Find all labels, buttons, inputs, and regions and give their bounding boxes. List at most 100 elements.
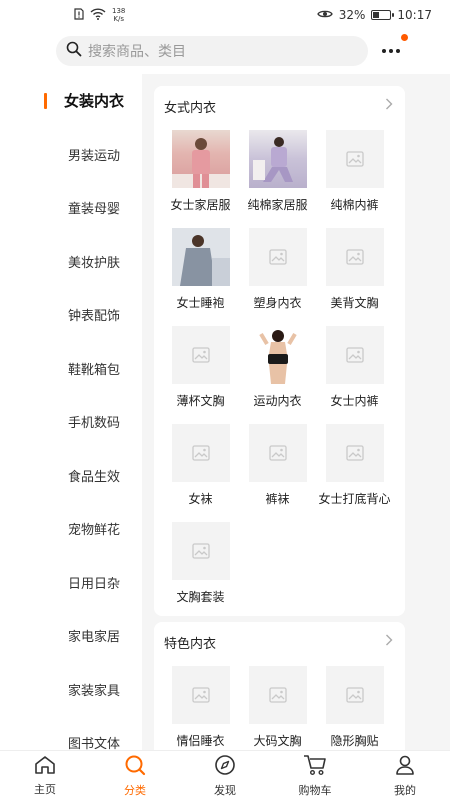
subcategory-grid: 情侣睡衣 大码文胸 隐形胸贴 <box>154 662 405 750</box>
battery-icon <box>371 10 395 20</box>
tab-profile[interactable]: 我的 <box>360 751 450 800</box>
subcategory-grid: 女士家居服 纯棉家居服 纯棉内裤 女士睡袍 塑身内衣 美背文胸 薄杯文胸 运动内… <box>154 126 405 616</box>
battery-percent: 32% <box>338 8 366 22</box>
subcategory-item[interactable]: 裤袜 <box>239 420 316 518</box>
sidebar-item-label: 美妆护肤 <box>68 255 121 271</box>
sidebar-item-label: 图书文体 <box>68 737 121 750</box>
image-placeholder-icon <box>171 522 230 580</box>
sidebar-item-label: 童装母婴 <box>68 202 121 218</box>
subcategory-item[interactable]: 女士睡袍 <box>162 224 239 322</box>
tab-category[interactable]: 分类 <box>90 751 180 800</box>
search-icon <box>66 41 82 61</box>
notification-badge <box>401 34 408 41</box>
subcategory-label: 纯棉内裤 <box>330 198 379 212</box>
search-icon <box>124 754 146 779</box>
sidebar-item-digital[interactable]: 手机数码 <box>0 395 142 449</box>
section-title: 女式内衣 <box>164 100 217 116</box>
sidebar-item-watches[interactable]: 钟表配饰 <box>0 288 142 342</box>
sidebar-item-books[interactable]: 图书文体 <box>0 716 142 750</box>
subcategory-item[interactable]: 女士打底背心 <box>316 420 393 518</box>
section-card: 女式内衣 女士家居服 纯棉家居服 纯棉内裤 女士睡袍 塑身内衣 美背文胸 薄杯文… <box>154 86 405 616</box>
subcategory-label: 薄杯文胸 <box>176 394 225 408</box>
clock: 10:17 <box>397 8 432 22</box>
sidebar-item-furniture[interactable]: 家装家具 <box>0 663 142 717</box>
subcategory-item[interactable]: 女士内裤 <box>316 322 393 420</box>
search-placeholder: 搜索商品、类目 <box>88 44 186 60</box>
image-placeholder-icon <box>248 666 307 724</box>
product-photo <box>171 228 230 286</box>
sidebar-item-label: 鞋靴箱包 <box>68 362 121 378</box>
image-placeholder-icon <box>325 666 384 724</box>
subcategory-item[interactable]: 纯棉内裤 <box>316 126 393 224</box>
more-dot-icon <box>382 49 386 53</box>
sidebar-item-label: 手机数码 <box>68 416 121 432</box>
tab-discover[interactable]: 发现 <box>180 751 270 800</box>
subcategory-item[interactable]: 女士家居服 <box>162 126 239 224</box>
image-placeholder-icon <box>171 666 230 724</box>
section-header[interactable]: 女式内衣 <box>154 86 405 126</box>
image-placeholder-icon <box>325 130 384 188</box>
sidebar-item-food[interactable]: 食品生效 <box>0 449 142 503</box>
sidebar-item-women-underwear[interactable]: 女装内衣 <box>0 74 142 128</box>
sidebar-item-kids-baby[interactable]: 童装母婴 <box>0 181 142 235</box>
sidebar-item-label: 家装家具 <box>68 683 121 699</box>
sidebar-item-shoes-bags[interactable]: 鞋靴箱包 <box>0 342 142 396</box>
subcategory-label: 运动内衣 <box>253 394 302 408</box>
category-content: 女式内衣 女士家居服 纯棉家居服 纯棉内裤 女士睡袍 塑身内衣 美背文胸 薄杯文… <box>142 74 450 750</box>
subcategory-label: 女士睡袍 <box>176 296 225 310</box>
product-photo <box>248 130 307 188</box>
subcategory-label: 情侣睡衣 <box>176 734 225 748</box>
sim-alert-icon <box>74 7 84 23</box>
subcategory-label: 塑身内衣 <box>253 296 302 310</box>
section-header[interactable]: 特色内衣 <box>154 622 405 662</box>
image-placeholder-icon <box>171 326 230 384</box>
subcategory-item[interactable]: 情侣睡衣 <box>162 662 239 750</box>
search-header: 搜索商品、类目 <box>0 30 450 74</box>
sidebar-item-men-sports[interactable]: 男装运动 <box>0 128 142 182</box>
subcategory-item[interactable]: 美背文胸 <box>316 224 393 322</box>
eye-icon <box>316 8 333 22</box>
subcategory-item[interactable]: 塑身内衣 <box>239 224 316 322</box>
compass-icon <box>214 754 236 779</box>
sidebar-item-pets-flowers[interactable]: 宠物鲜花 <box>0 502 142 556</box>
subcategory-label: 文胸套装 <box>176 590 225 604</box>
tab-cart[interactable]: 购物车 <box>270 751 360 800</box>
sidebar-item-daily[interactable]: 日用日杂 <box>0 556 142 610</box>
sidebar-item-label: 家电家居 <box>68 630 121 646</box>
subcategory-label: 隐形胸贴 <box>330 734 379 748</box>
image-placeholder-icon <box>171 424 230 482</box>
search-input[interactable]: 搜索商品、类目 <box>56 36 368 66</box>
category-sidebar: 女装内衣 男装运动 童装母婴 美妆护肤 钟表配饰 鞋靴箱包 手机数码 食品生效 … <box>0 74 142 750</box>
subcategory-label: 女士打底背心 <box>318 492 391 506</box>
product-photo <box>171 130 230 188</box>
subcategory-label: 女袜 <box>188 492 213 506</box>
more-dot-icon <box>396 49 400 53</box>
tab-label: 主页 <box>34 782 56 796</box>
subcategory-item[interactable]: 隐形胸贴 <box>316 662 393 750</box>
subcategory-item[interactable]: 纯棉家居服 <box>239 126 316 224</box>
tab-label: 我的 <box>394 783 416 797</box>
subcategory-item[interactable]: 大码文胸 <box>239 662 316 750</box>
more-button[interactable] <box>376 34 408 64</box>
subcategory-item[interactable]: 运动内衣 <box>239 322 316 420</box>
sidebar-item-beauty[interactable]: 美妆护肤 <box>0 235 142 289</box>
subcategory-item[interactable]: 女袜 <box>162 420 239 518</box>
subcategory-label: 大码文胸 <box>253 734 302 748</box>
subcategory-item[interactable]: 文胸套装 <box>162 518 239 616</box>
more-dot-icon <box>389 49 393 53</box>
subcategory-label: 美背文胸 <box>330 296 379 310</box>
subcategory-label: 纯棉家居服 <box>247 198 308 212</box>
sidebar-item-label: 女装内衣 <box>64 92 125 111</box>
image-placeholder-icon <box>325 326 384 384</box>
sidebar-item-appliances[interactable]: 家电家居 <box>0 609 142 663</box>
user-icon <box>394 754 416 779</box>
product-photo <box>248 326 307 384</box>
subcategory-label: 女士家居服 <box>170 198 231 212</box>
wifi-icon <box>90 7 106 23</box>
sidebar-item-label: 男装运动 <box>68 148 121 164</box>
bottom-tab-bar: 主页 分类 发现 购物车 我的 <box>0 750 450 800</box>
tab-home[interactable]: 主页 <box>0 751 90 800</box>
image-placeholder-icon <box>248 228 307 286</box>
subcategory-item[interactable]: 薄杯文胸 <box>162 322 239 420</box>
status-bar: 138 K/s 32% 10:17 <box>0 0 450 30</box>
